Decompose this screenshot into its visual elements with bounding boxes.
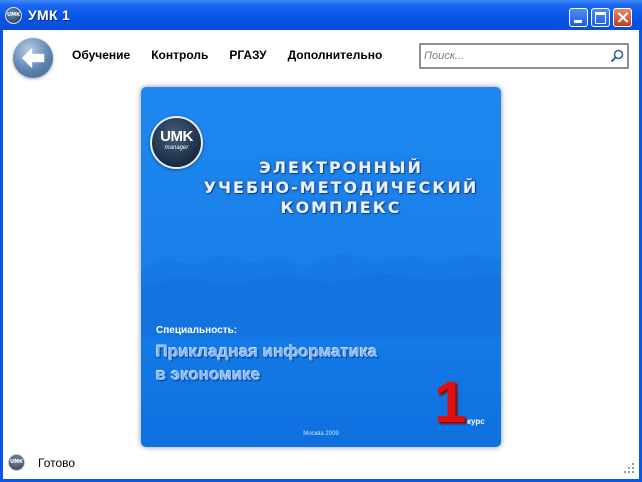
- menu-item-rgazu[interactable]: РГАЗУ: [229, 48, 266, 62]
- course-cover: UMK manager ЭЛЕКТРОННЫЙ УЧЕБНО-МЕТОДИЧЕС…: [141, 87, 501, 447]
- specialty-label: Специальность:: [156, 325, 238, 336]
- search-icon[interactable]: [610, 49, 624, 63]
- menu-item-dopolnitelno[interactable]: Дополнительно: [288, 48, 383, 62]
- resize-grip-icon[interactable]: [623, 462, 635, 474]
- window-title: УМК 1: [28, 7, 71, 23]
- title-bar[interactable]: UMK УМК 1: [0, 0, 642, 30]
- search-input[interactable]: [424, 48, 604, 64]
- cover-title-line: УЧЕБНО-МЕТОДИЧЕСКИЙ: [203, 178, 479, 197]
- status-text: Готово: [38, 456, 76, 470]
- back-button[interactable]: [13, 38, 53, 78]
- app-icon[interactable]: UMK: [5, 7, 22, 24]
- app-window: UMK УМК 1 Обучение Контроль РГАЗУ Дополн…: [0, 0, 642, 482]
- status-app-icon: UMK: [8, 454, 25, 471]
- client-area: Обучение Контроль РГАЗУ Дополнительно UM…: [3, 30, 639, 479]
- mountain-silhouette: [141, 253, 501, 337]
- menu-item-kontrol[interactable]: Контроль: [151, 48, 208, 62]
- specialty-line: Прикладная информатика: [156, 342, 378, 361]
- specialty-name: Прикладная информатика в экономике: [156, 340, 416, 386]
- cover-footer: Москва 2009: [303, 431, 339, 437]
- specialty-line: в экономике: [156, 365, 261, 384]
- cover-title: ЭЛЕКТРОННЫЙ УЧЕБНО-МЕТОДИЧЕСКИЙ КОМПЛЕКС: [181, 158, 501, 218]
- logo-text: UMK: [160, 128, 193, 145]
- cover-title-line: КОМПЛЕКС: [280, 198, 402, 217]
- search-box: [419, 43, 629, 69]
- logo-subtext: manager: [164, 145, 189, 151]
- main-menu: Обучение Контроль РГАЗУ Дополнительно: [72, 48, 403, 62]
- maximize-button[interactable]: [591, 8, 610, 27]
- close-button[interactable]: [613, 8, 632, 27]
- course-number: 1: [434, 370, 467, 435]
- back-arrow-icon: [21, 47, 45, 69]
- minimize-button[interactable]: [569, 8, 588, 27]
- course-label: курс: [467, 417, 485, 426]
- cover-title-line: ЭЛЕКТРОННЫЙ: [258, 158, 424, 177]
- menu-item-obuchenie[interactable]: Обучение: [72, 48, 130, 62]
